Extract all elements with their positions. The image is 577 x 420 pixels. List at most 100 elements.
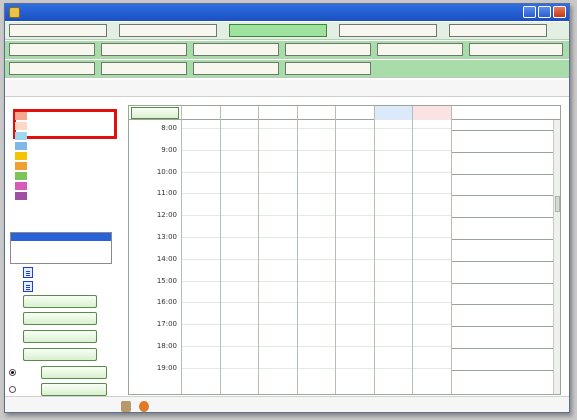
- time-label: 18:00: [156, 342, 177, 350]
- legend-item: [15, 152, 119, 160]
- legend-swatch: [15, 192, 27, 200]
- menu-care-plan[interactable]: [469, 43, 563, 56]
- confirm-button[interactable]: [23, 330, 97, 343]
- legend-swatch: [15, 132, 27, 140]
- legend-item: [15, 132, 119, 140]
- title-bar: [5, 4, 569, 21]
- menu-inquiry[interactable]: [377, 43, 463, 56]
- activity-row-line: [451, 151, 555, 153]
- time-label: 19:00: [156, 363, 177, 372]
- activity-row-line: [451, 195, 555, 197]
- menu-row-sub2: [5, 60, 569, 78]
- app-icon: [9, 7, 20, 18]
- time-label: 16:00: [156, 298, 177, 307]
- copy-document-icon: [23, 281, 33, 292]
- time-label: 13:00: [156, 233, 177, 241]
- legend-swatch: [15, 172, 27, 180]
- day-column-line: [450, 120, 452, 394]
- day-column-line: [412, 120, 413, 394]
- copy-create-row[interactable]: [23, 281, 123, 293]
- menu-care-support[interactable]: [229, 24, 327, 37]
- mono-radio[interactable]: [9, 369, 16, 376]
- time-label: 11:00: [156, 189, 177, 198]
- hour-line: [181, 346, 451, 347]
- menu-progress-2[interactable]: [101, 62, 187, 75]
- hour-line: [181, 149, 451, 151]
- day-column-line: [258, 120, 259, 394]
- legend-swatch: [15, 122, 27, 130]
- schedule-header: [129, 106, 560, 120]
- menu-plan-2[interactable]: [101, 43, 187, 56]
- day-header: [258, 106, 297, 120]
- history-list[interactable]: [10, 232, 112, 264]
- activity-row-line: [451, 217, 555, 219]
- menu-meeting-points[interactable]: [285, 43, 371, 56]
- hour-line: [181, 258, 451, 260]
- history-item[interactable]: [11, 233, 111, 241]
- activity-header: [451, 106, 555, 120]
- vertical-scrollbar[interactable]: [553, 120, 560, 394]
- color-icon[interactable]: [139, 401, 149, 412]
- day-header: [412, 106, 451, 120]
- day-column-line: [373, 120, 375, 394]
- activity-row-line: [451, 304, 555, 306]
- hour-line: [181, 171, 451, 173]
- left-panel: [5, 98, 121, 398]
- footer-bar: [5, 396, 569, 412]
- time-label: 9:00: [161, 145, 177, 154]
- day-header: [373, 106, 412, 120]
- minimize-button[interactable]: [523, 6, 536, 18]
- legend-swatch: [15, 182, 27, 190]
- hour-line: [181, 237, 451, 238]
- time-label: 14:00: [156, 254, 177, 263]
- menu-assessment[interactable]: [119, 24, 217, 37]
- new-create-row[interactable]: [23, 267, 123, 279]
- menu-row-sub: [5, 41, 569, 59]
- print-button[interactable]: [41, 383, 107, 396]
- time-label: 12:00: [156, 211, 177, 220]
- menu-close-support[interactable]: [339, 24, 437, 37]
- delete-button[interactable]: [23, 348, 97, 361]
- legend-swatch: [15, 162, 27, 170]
- menu-plan-1[interactable]: [9, 43, 95, 56]
- legend-item: [15, 122, 119, 130]
- time-label: 10:00: [156, 167, 177, 176]
- hour-line: [181, 128, 451, 129]
- hour-line: [181, 193, 451, 195]
- close-button[interactable]: [553, 6, 566, 18]
- scrollbar-thumb[interactable]: [555, 196, 560, 212]
- activity-row-line: [451, 369, 555, 371]
- legend-swatch: [15, 142, 27, 150]
- maximize-button[interactable]: [538, 6, 551, 18]
- legend-item: [15, 142, 119, 150]
- day-column-line: [335, 120, 336, 394]
- weekly-schedule-grid[interactable]: 8:00 9:00 10:00 11:00 12:00 13:00 14:00 15:00 16…: [128, 105, 561, 395]
- menu-weekly-plan[interactable]: [193, 43, 279, 56]
- unit-calc-button[interactable]: [131, 107, 179, 119]
- activity-row-line: [451, 173, 555, 175]
- menu-client-schedule[interactable]: [285, 62, 371, 75]
- hour-line: [181, 324, 451, 326]
- legend-item: [15, 172, 119, 180]
- new-document-icon: [23, 267, 33, 278]
- day-header: [335, 106, 374, 120]
- color-radio[interactable]: [9, 386, 16, 393]
- menu-progress-1[interactable]: [9, 62, 95, 75]
- hour-line: [181, 280, 451, 282]
- tool-icon[interactable]: [121, 401, 131, 412]
- menu-row-main: [5, 22, 569, 40]
- time-label: 17:00: [156, 320, 177, 329]
- legend-item: [15, 192, 119, 200]
- activity-row-line: [451, 239, 555, 240]
- activity-row-line: [451, 282, 555, 284]
- day-column-line: [296, 120, 298, 394]
- save-button[interactable]: [23, 295, 97, 308]
- undo-edit-button[interactable]: [23, 312, 97, 325]
- legend-item: [15, 112, 119, 120]
- print-preview-button[interactable]: [41, 366, 107, 379]
- time-label: 8:00: [161, 124, 177, 132]
- menu-care-record[interactable]: [449, 24, 547, 37]
- menu-user-info[interactable]: [9, 24, 107, 37]
- menu-welfare-pattern[interactable]: [193, 62, 279, 75]
- day-header: [219, 106, 259, 120]
